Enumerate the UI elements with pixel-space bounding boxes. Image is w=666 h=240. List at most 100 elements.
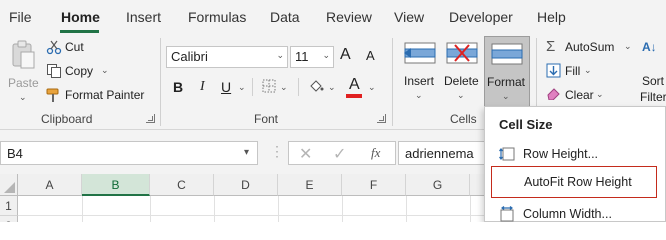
- font-family-select[interactable]: Calibri ⌄: [166, 46, 288, 68]
- font-group-label: Font: [254, 112, 279, 126]
- formula-content: adriennema: [405, 146, 474, 161]
- tab-view[interactable]: View: [394, 9, 424, 25]
- autosum-icon: Σ: [546, 38, 556, 55]
- gridline: [342, 196, 343, 222]
- paste-dropdown-icon[interactable]: ⌄: [19, 92, 27, 103]
- gridline: [278, 196, 279, 222]
- column-header-g[interactable]: G: [406, 174, 470, 196]
- autofit-row-height-menu-item[interactable]: AutoFit Row Height: [491, 166, 657, 198]
- tab-insert[interactable]: Insert: [126, 9, 161, 25]
- autosum-button[interactable]: AutoSum: [565, 40, 614, 54]
- row-height-icon: [499, 147, 515, 161]
- row-header-2[interactable]: 2: [0, 216, 18, 222]
- tab-developer[interactable]: Developer: [449, 9, 513, 25]
- scissors-icon: [46, 40, 62, 55]
- sort-icon: A↓: [642, 40, 657, 54]
- tab-home[interactable]: Home: [61, 9, 100, 25]
- formula-input[interactable]: adriennema: [398, 141, 498, 165]
- font-launcher-icon[interactable]: [377, 114, 386, 123]
- cancel-entry-icon[interactable]: ✕: [299, 144, 312, 164]
- column-header-e[interactable]: E: [278, 174, 342, 196]
- copy-dropdown-icon[interactable]: ⌄: [101, 65, 109, 76]
- font-color-bar: [346, 94, 362, 98]
- tab-formulas[interactable]: Formulas: [188, 9, 246, 25]
- borders-dropdown-icon[interactable]: ⌄: [280, 82, 288, 93]
- column-header-c[interactable]: C: [150, 174, 214, 196]
- tab-help[interactable]: Help: [537, 9, 566, 25]
- row-height-menu-item[interactable]: Row Height...: [491, 139, 657, 169]
- fill-down-icon: [546, 63, 561, 78]
- underline-dropdown-icon[interactable]: ⌄: [238, 82, 246, 93]
- divider: [252, 78, 253, 96]
- shrink-font-button[interactable]: A: [366, 48, 375, 63]
- sort-filter-button[interactable]: A↓ Sort Filter: [636, 38, 666, 108]
- cell-size-heading: Cell Size: [499, 117, 553, 132]
- column-header-b[interactable]: B: [82, 174, 150, 196]
- row-header-1[interactable]: 1: [0, 196, 18, 216]
- group-divider: [160, 38, 161, 126]
- font-color-button[interactable]: A: [349, 76, 360, 94]
- clipboard-launcher-icon[interactable]: [146, 114, 155, 123]
- gridline: [150, 196, 151, 222]
- formula-buttons: ✕ ✓ fx: [288, 141, 396, 165]
- italic-button[interactable]: I: [200, 79, 205, 95]
- tab-review[interactable]: Review: [326, 9, 372, 25]
- clipboard-group-label: Clipboard: [41, 112, 93, 126]
- autosum-dropdown-icon[interactable]: ⌄: [624, 41, 632, 52]
- font-color-dropdown-icon[interactable]: ⌄: [368, 82, 376, 93]
- font-family-value: Calibri: [171, 49, 208, 64]
- fill-color-icon[interactable]: [308, 78, 324, 94]
- cut-button[interactable]: Cut: [65, 40, 84, 54]
- name-box-dropdown-icon[interactable]: ▾: [244, 147, 249, 158]
- font-size-value: 11: [295, 49, 309, 64]
- format-painter-button[interactable]: Format Painter: [65, 88, 144, 102]
- clear-button[interactable]: Clear: [565, 88, 594, 102]
- row-height-label: Row Height...: [523, 147, 599, 161]
- column-header-d[interactable]: D: [214, 174, 278, 196]
- chevron-down-icon: ⌄: [457, 90, 465, 100]
- select-all-icon: [4, 182, 15, 193]
- format-cells-button[interactable]: Format ⌄: [484, 36, 530, 108]
- fill-dropdown-icon[interactable]: ⌄: [584, 65, 592, 76]
- clear-dropdown-icon[interactable]: ⌄: [596, 89, 604, 100]
- gridline: [214, 196, 215, 222]
- chevron-down-icon: ⌄: [415, 90, 423, 100]
- tab-data[interactable]: Data: [270, 9, 300, 25]
- name-box[interactable]: B4 ▾: [0, 141, 258, 165]
- select-all-corner[interactable]: [0, 174, 18, 196]
- autofit-row-height-label: AutoFit Row Height: [524, 175, 632, 189]
- gridline: [406, 196, 407, 222]
- paste-label: Paste: [8, 76, 39, 90]
- filter-label: Filter: [640, 90, 666, 104]
- divider: [298, 78, 299, 96]
- active-tab-indicator: [60, 30, 99, 33]
- insert-cells-icon: [404, 42, 436, 64]
- sort-label: Sort: [642, 74, 665, 88]
- column-header-a[interactable]: A: [18, 174, 82, 196]
- confirm-entry-icon[interactable]: ✓: [333, 144, 346, 164]
- paste-button[interactable]: Paste ⌄: [6, 38, 40, 108]
- delete-cells-icon: [446, 42, 478, 64]
- bold-button[interactable]: B: [173, 79, 183, 95]
- insert-cells-button[interactable]: Insert ⌄: [400, 36, 440, 108]
- grow-font-button[interactable]: A: [340, 46, 351, 64]
- column-width-menu-item[interactable]: Column Width...: [491, 199, 657, 222]
- eraser-icon: [547, 88, 560, 100]
- borders-icon[interactable]: [262, 79, 276, 93]
- group-divider: [392, 38, 393, 126]
- column-header-f[interactable]: F: [342, 174, 406, 196]
- underline-button[interactable]: U: [221, 79, 231, 95]
- column-width-icon: [500, 206, 514, 222]
- font-size-select[interactable]: 11 ⌄: [290, 46, 334, 68]
- delete-cells-button[interactable]: Delete ⌄: [442, 36, 482, 108]
- format-cells-icon: [491, 43, 523, 65]
- insert-function-icon[interactable]: fx: [371, 145, 380, 161]
- tab-file[interactable]: File: [9, 9, 32, 25]
- fill-color-dropdown-icon[interactable]: ⌄: [328, 82, 336, 93]
- more-options-icon[interactable]: ⋮: [270, 144, 284, 158]
- name-box-value: B4: [7, 146, 23, 161]
- delete-label: Delete: [444, 74, 479, 88]
- menu-bar: File Home Insert Formulas Data Review Vi…: [0, 0, 666, 34]
- fill-button[interactable]: Fill: [565, 64, 580, 78]
- copy-button[interactable]: Copy: [65, 64, 93, 78]
